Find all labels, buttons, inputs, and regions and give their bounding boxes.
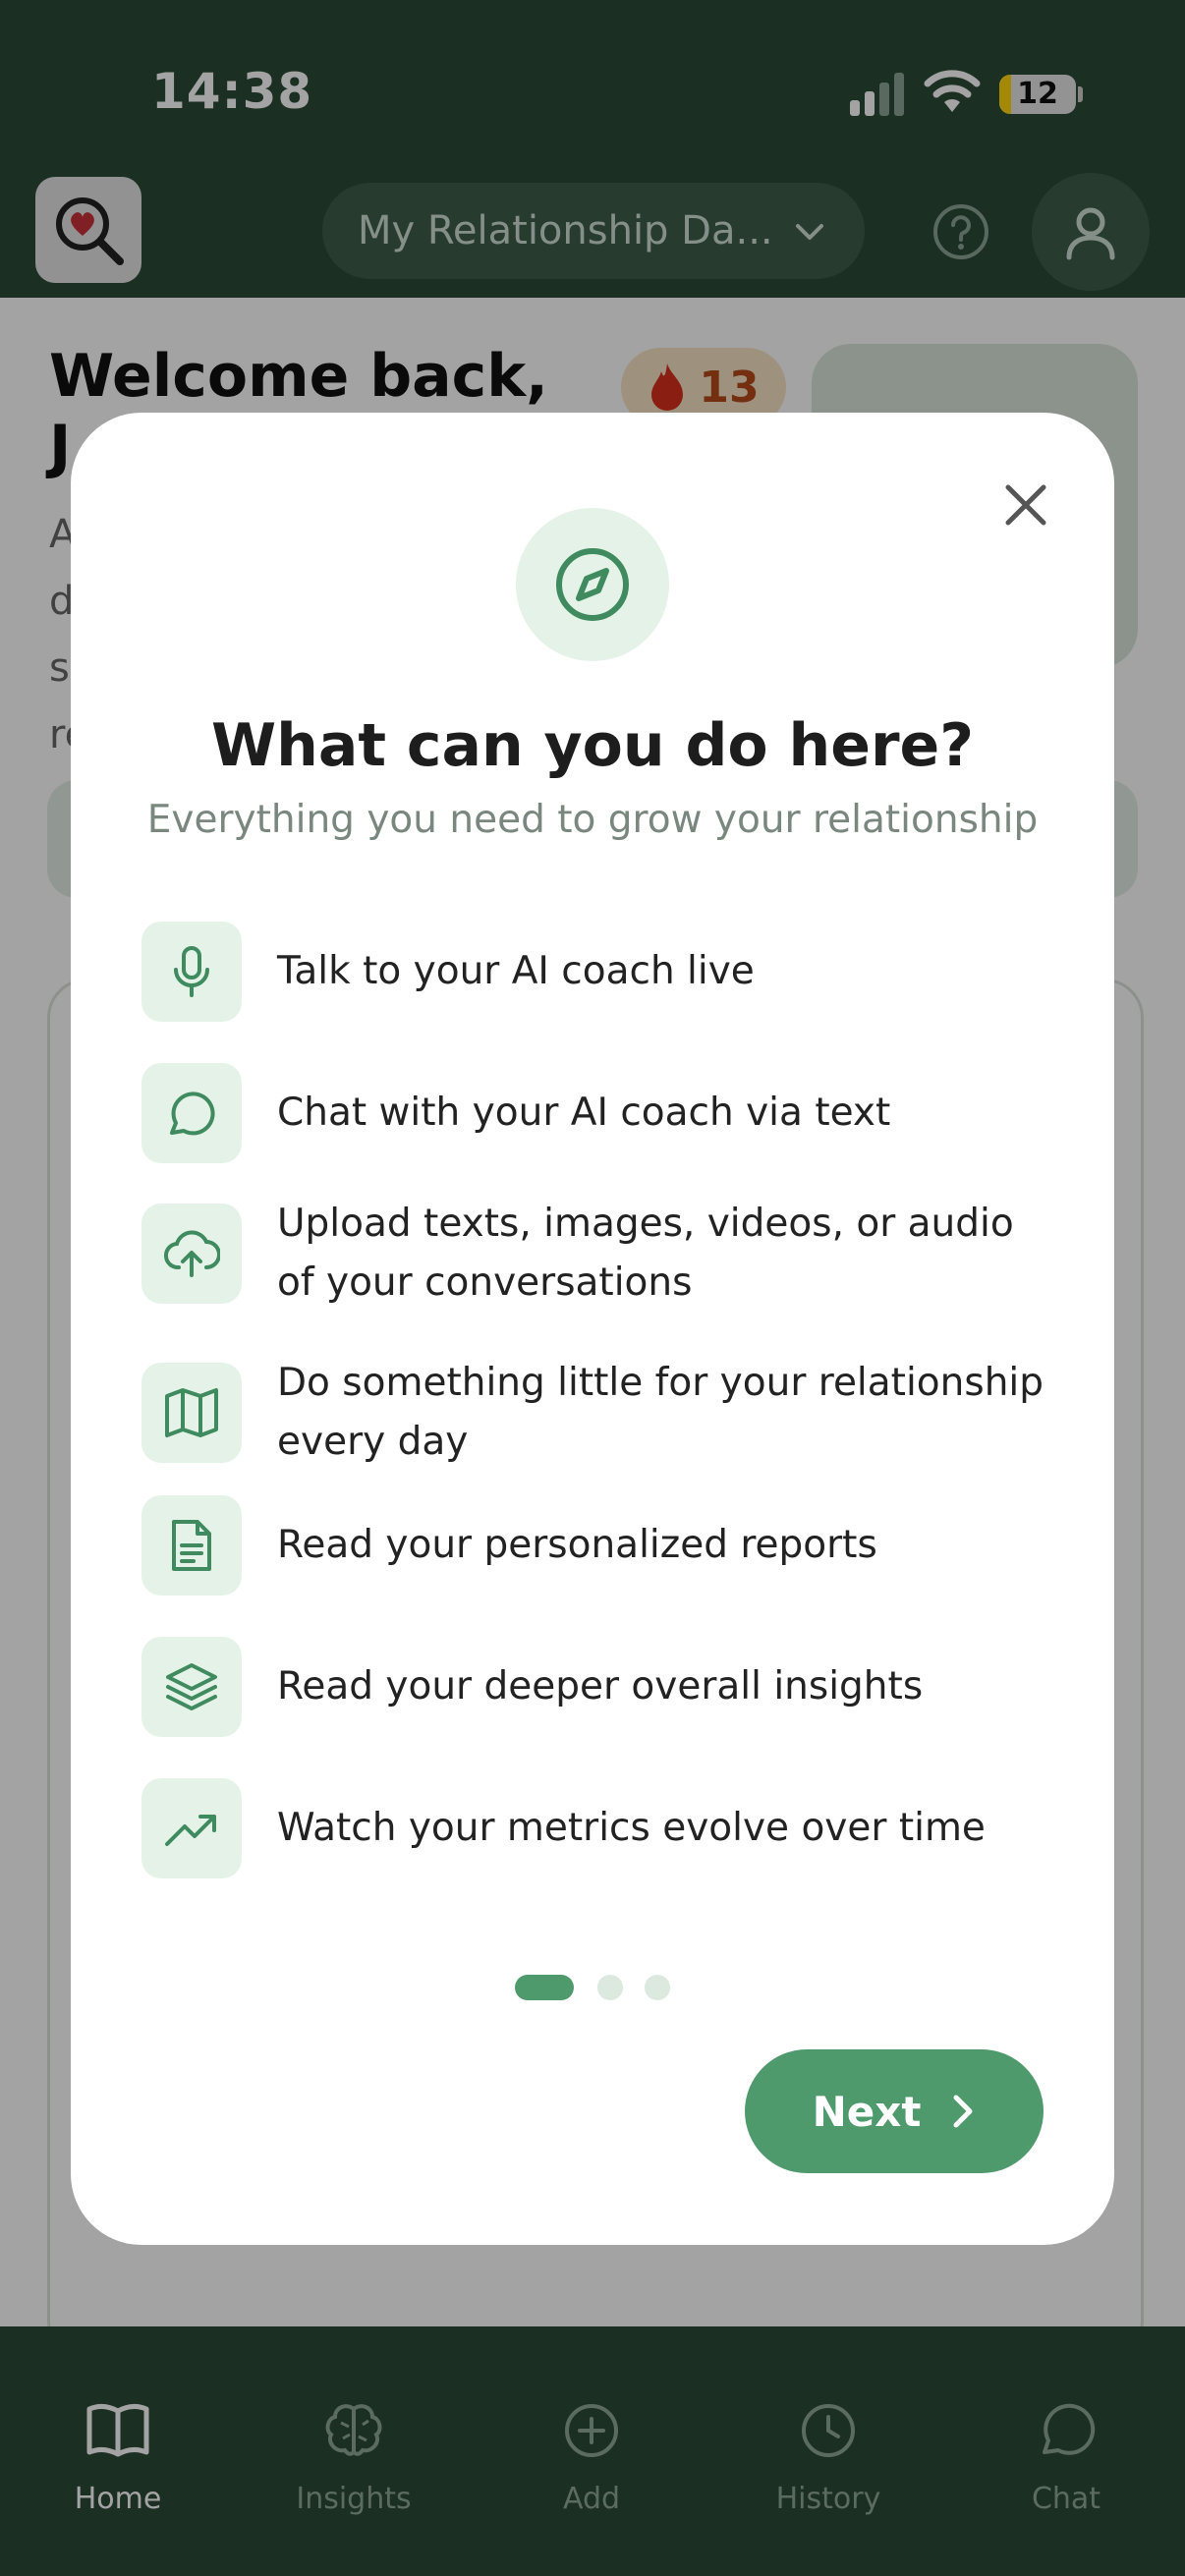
compass-icon xyxy=(556,548,629,621)
feature-item: Do something little for your relationshi… xyxy=(141,1354,1044,1472)
modal-subtitle: Everything you need to grow your relatio… xyxy=(146,798,1039,842)
trending-up-icon xyxy=(165,1815,216,1846)
pagination-dot-active[interactable] xyxy=(515,1975,574,2000)
feature-label: Talk to your AI coach live xyxy=(277,949,755,993)
chat-bubble-icon xyxy=(170,1092,215,1136)
feature-icon-box xyxy=(141,1063,242,1163)
feature-label: Do something little for your relationshi… xyxy=(277,1361,1044,1464)
feature-item: Watch your metrics evolve over time xyxy=(141,1778,1044,1878)
feature-item: Chat with your AI coach via text xyxy=(141,1063,1044,1163)
feature-item: Read your personalized reports xyxy=(141,1495,1044,1596)
onboarding-modal: What can you do here? Everything you nee… xyxy=(71,413,1114,2245)
layers-icon xyxy=(166,1663,217,1710)
feature-label: Read your deeper overall insights xyxy=(277,1664,924,1708)
feature-label: Read your personalized reports xyxy=(277,1523,877,1567)
chevron-right-icon xyxy=(953,2095,973,2128)
feature-icon-box xyxy=(141,1495,242,1596)
feature-icon-box xyxy=(141,1204,242,1304)
next-button-label: Next xyxy=(812,2087,922,2136)
cloud-upload-icon xyxy=(164,1230,220,1277)
feature-icon-box xyxy=(141,1778,242,1878)
pagination-dot[interactable] xyxy=(645,1975,670,2000)
feature-item: Upload texts, images, videos, or audio o… xyxy=(141,1195,1044,1313)
document-icon xyxy=(172,1520,211,1571)
map-icon xyxy=(165,1388,218,1437)
feature-label: Watch your metrics evolve over time xyxy=(277,1806,986,1850)
modal-header-icon xyxy=(516,508,669,661)
pagination-dot[interactable] xyxy=(597,1975,623,2000)
feature-label: Upload texts, images, videos, or audio o… xyxy=(277,1202,1014,1305)
feature-icon-box xyxy=(141,1637,242,1737)
feature-icon-box xyxy=(141,1363,242,1463)
close-icon[interactable] xyxy=(994,474,1057,536)
feature-label: Chat with your AI coach via text xyxy=(277,1091,891,1135)
feature-item: Read your deeper overall insights xyxy=(141,1637,1044,1737)
feature-icon-box xyxy=(141,922,242,1022)
next-button[interactable]: Next xyxy=(745,2049,1044,2173)
microphone-icon xyxy=(174,946,209,997)
feature-item: Talk to your AI coach live xyxy=(141,922,1044,1022)
modal-title: What can you do here? xyxy=(210,711,975,780)
